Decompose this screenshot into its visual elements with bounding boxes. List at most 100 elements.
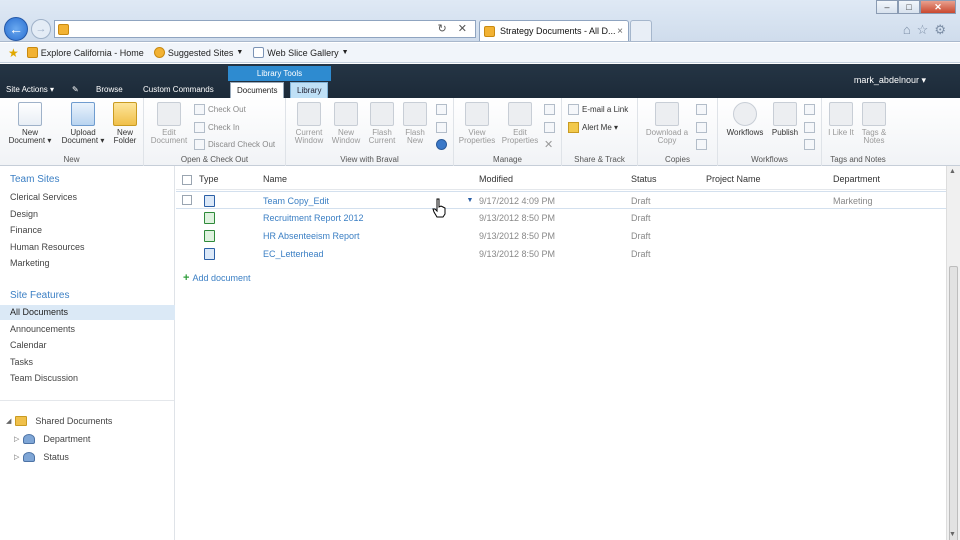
- back-arrow-icon[interactable]: ←: [4, 17, 28, 41]
- word-document-icon: [204, 248, 215, 260]
- alert-me-button[interactable]: Alert Me ▾: [568, 121, 618, 133]
- tree-status[interactable]: ▷ Status: [14, 452, 69, 462]
- check-in-button[interactable]: Check In: [194, 121, 240, 133]
- forward-arrow-icon[interactable]: →: [31, 19, 51, 39]
- column-header-modified[interactable]: Modified: [479, 174, 513, 184]
- tab-library[interactable]: Library: [290, 82, 329, 98]
- status-cell: Draft: [631, 196, 651, 206]
- user-menu[interactable]: mark_abdelnour ▾: [854, 75, 926, 86]
- select-all-checkbox[interactable]: [182, 175, 192, 185]
- new-window-button[interactable]: New Window: [328, 102, 364, 145]
- flash-new-button[interactable]: Flash New: [400, 102, 430, 145]
- item-menu-dropdown-icon[interactable]: ▼: [464, 195, 476, 207]
- document-name-link[interactable]: Recruitment Report 2012: [263, 213, 364, 223]
- add-document-label: Add document: [192, 273, 251, 283]
- paste-small-button[interactable]: [436, 121, 450, 133]
- i-like-it-button[interactable]: I Like It: [826, 102, 856, 137]
- expand-triangle-icon[interactable]: ◢: [6, 417, 11, 425]
- flash-current-button[interactable]: Flash Current: [364, 102, 400, 145]
- approve-button[interactable]: [804, 121, 818, 133]
- favorite-suggested-sites[interactable]: Suggested Sites ▼: [153, 47, 243, 58]
- new-tab-button[interactable]: [630, 20, 652, 41]
- add-document-link[interactable]: + Add document: [183, 272, 250, 284]
- cancel-approval-button[interactable]: [804, 138, 818, 150]
- column-header-department[interactable]: Department: [833, 174, 880, 184]
- publish-button[interactable]: Publish: [768, 102, 802, 137]
- close-window-button[interactable]: ✕: [920, 0, 956, 14]
- home-favorites-tools-icons[interactable]: ⌂☆⚙: [903, 22, 952, 38]
- manage-copies-icon: [696, 121, 707, 133]
- edit-properties-button[interactable]: Edit Properties: [500, 102, 540, 145]
- unpublish-button[interactable]: [804, 103, 818, 115]
- document-name-link[interactable]: HR Absenteeism Report: [263, 231, 360, 241]
- nav-item-all-documents[interactable]: All Documents: [0, 305, 175, 320]
- scroll-down-arrow-icon[interactable]: ▼: [949, 531, 956, 538]
- download-copy-button[interactable]: Download a Copy: [640, 102, 694, 145]
- site-actions-menu[interactable]: Site Actions ▾: [0, 82, 60, 98]
- scroll-up-arrow-icon[interactable]: ▲: [949, 168, 956, 175]
- help-small-button[interactable]: [436, 138, 450, 150]
- discard-check-out-button[interactable]: Discard Check Out: [194, 138, 275, 150]
- scrollbar-thumb[interactable]: [949, 266, 958, 540]
- minimize-button[interactable]: –: [876, 0, 898, 14]
- column-header-type[interactable]: Type: [199, 174, 219, 184]
- vertical-scrollbar[interactable]: ▲ ▼: [946, 166, 960, 540]
- nav-item-announcements[interactable]: Announcements: [10, 324, 75, 334]
- send-to-button[interactable]: [696, 103, 710, 115]
- header-divider: [176, 189, 946, 190]
- favorite-explore-california[interactable]: Explore California - Home: [26, 47, 144, 58]
- table-row[interactable]: Team Copy_Edit ▼ 9/17/2012 4:09 PM Draft…: [176, 191, 946, 209]
- email-link-button[interactable]: E-mail a Link: [568, 103, 628, 115]
- table-row[interactable]: Recruitment Report 2012 9/13/2012 8:50 P…: [176, 209, 946, 227]
- tab-close-icon[interactable]: ×: [617, 26, 623, 37]
- nav-item-clerical-services[interactable]: Clerical Services: [10, 192, 77, 202]
- row-checkbox[interactable]: [182, 195, 192, 205]
- edit-document-button[interactable]: Edit Document: [148, 102, 190, 145]
- nav-item-design[interactable]: Design: [10, 209, 38, 219]
- nav-item-human-resources[interactable]: Human Resources: [10, 242, 85, 252]
- column-header-status[interactable]: Status: [631, 174, 657, 184]
- tab-browse[interactable]: Browse: [90, 82, 129, 98]
- table-row[interactable]: EC_Letterhead 9/13/2012 8:50 PM Draft: [176, 245, 946, 263]
- document-name-link[interactable]: EC_Letterhead: [263, 249, 324, 259]
- new-folder-button[interactable]: New Folder: [110, 102, 140, 145]
- collapse-triangle-icon[interactable]: ▷: [14, 453, 19, 461]
- browser-tab[interactable]: Strategy Documents - All D... ×: [479, 20, 629, 41]
- tags-notes-button[interactable]: Tags & Notes: [858, 102, 890, 145]
- document-name-link[interactable]: Team Copy_Edit: [263, 196, 329, 206]
- new-document-button[interactable]: New Document ▾: [6, 102, 54, 145]
- column-header-project-name[interactable]: Project Name: [706, 174, 761, 184]
- edit-page-icon[interactable]: ✎: [66, 82, 85, 98]
- nav-item-marketing[interactable]: Marketing: [10, 258, 50, 268]
- copy-small-button[interactable]: [436, 103, 450, 115]
- column-header-name[interactable]: Name: [263, 174, 287, 184]
- maximize-button[interactable]: □: [898, 0, 920, 14]
- favorites-star-icon[interactable]: ★: [8, 46, 19, 60]
- version-history-button[interactable]: [544, 103, 558, 115]
- tree-department[interactable]: ▷ Department: [14, 434, 90, 444]
- table-row[interactable]: HR Absenteeism Report 9/13/2012 8:50 PM …: [176, 227, 946, 245]
- tab-documents[interactable]: Documents: [230, 82, 285, 98]
- collapse-triangle-icon[interactable]: ▷: [14, 435, 19, 443]
- refresh-stop-icons[interactable]: ↻ ✕: [438, 22, 472, 35]
- nav-item-tasks[interactable]: Tasks: [10, 357, 33, 367]
- delete-button[interactable]: ✕: [544, 138, 553, 151]
- team-sites-heading[interactable]: Team Sites: [10, 174, 59, 185]
- tab-custom-commands[interactable]: Custom Commands: [137, 82, 220, 98]
- favorite-web-slice-gallery[interactable]: Web Slice Gallery ▼: [253, 47, 349, 58]
- manage-copies-button[interactable]: [696, 121, 710, 133]
- site-features-heading[interactable]: Site Features: [10, 290, 69, 301]
- ribbon-group-label: Tags and Notes: [830, 155, 886, 164]
- go-to-source-button[interactable]: [696, 138, 710, 150]
- nav-item-calendar[interactable]: Calendar: [10, 340, 47, 350]
- nav-item-team-discussion[interactable]: Team Discussion: [10, 373, 78, 383]
- permissions-button[interactable]: [544, 121, 558, 133]
- workflows-button[interactable]: Workflows: [722, 102, 768, 137]
- upload-document-button[interactable]: Upload Document ▾: [58, 102, 108, 145]
- address-bar[interactable]: ↻ ✕: [54, 20, 476, 38]
- nav-item-finance[interactable]: Finance: [10, 225, 42, 235]
- view-properties-button[interactable]: View Properties: [456, 102, 498, 145]
- tree-shared-documents[interactable]: ◢ Shared Documents: [6, 416, 112, 426]
- check-out-button[interactable]: Check Out: [194, 103, 246, 115]
- current-window-button[interactable]: Current Window: [290, 102, 328, 145]
